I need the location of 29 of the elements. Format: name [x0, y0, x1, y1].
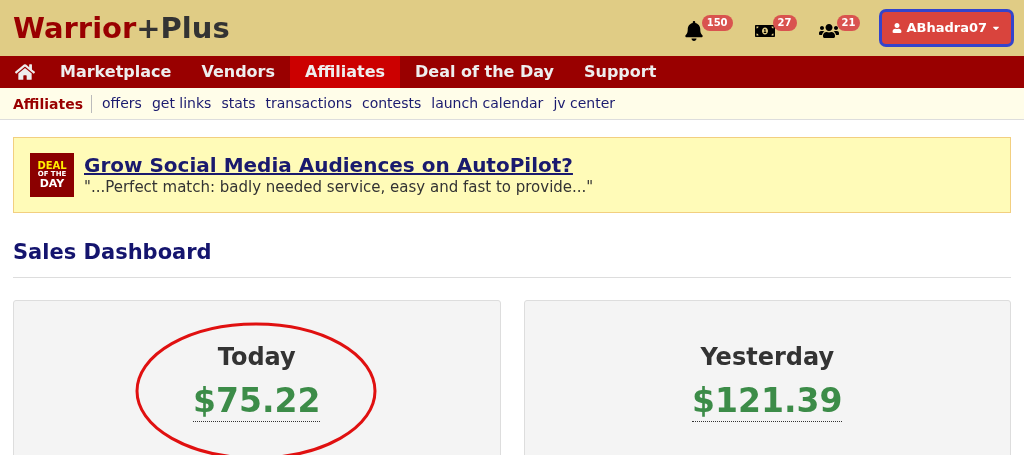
logo[interactable]: Warrior+Plus: [13, 13, 230, 43]
nav-tab[interactable]: Affiliates: [290, 56, 400, 88]
sub-nav-link[interactable]: stats: [221, 93, 256, 114]
stat-label: Yesterday: [700, 341, 835, 373]
count-badge: 150: [701, 15, 733, 31]
user-menu-button[interactable]: ABhadra07: [882, 12, 1011, 44]
sub-nav-link[interactable]: offers: [102, 93, 142, 114]
bell-icon[interactable]: [683, 21, 704, 41]
deal-quote: "...Perfect match: badly needed service, easy and fast to provide...": [84, 177, 594, 197]
stat-value: $121.39: [692, 380, 843, 422]
people-icon[interactable]: [818, 21, 839, 41]
sub-nav-link[interactable]: jv center: [553, 93, 616, 114]
home-icon[interactable]: [15, 62, 35, 82]
stat-label: Today: [217, 341, 296, 373]
nav-tab[interactable]: Support: [569, 56, 672, 88]
user-icon: [892, 23, 903, 33]
section-title: Sales Dashboard: [13, 237, 1011, 278]
deal-title-link[interactable]: Grow Social Media Audiences on AutoPilot?: [84, 153, 594, 177]
nav-tab[interactable]: Deal of the Day: [400, 56, 569, 88]
nav-tab[interactable]: Marketplace: [45, 56, 187, 88]
count-badge: 21: [836, 15, 861, 31]
stat-value: $75.22: [193, 380, 321, 422]
sub-nav-link[interactable]: transactions: [265, 93, 352, 114]
sub-nav-link[interactable]: get links: [151, 93, 212, 114]
sub-nav-link[interactable]: contests: [361, 93, 422, 114]
sub-nav-link[interactable]: launch calendar: [431, 93, 544, 114]
sub-nav-title: Affiliates: [13, 94, 92, 113]
nav-tab[interactable]: Vendors: [186, 56, 290, 88]
count-badge: 27: [772, 15, 797, 31]
